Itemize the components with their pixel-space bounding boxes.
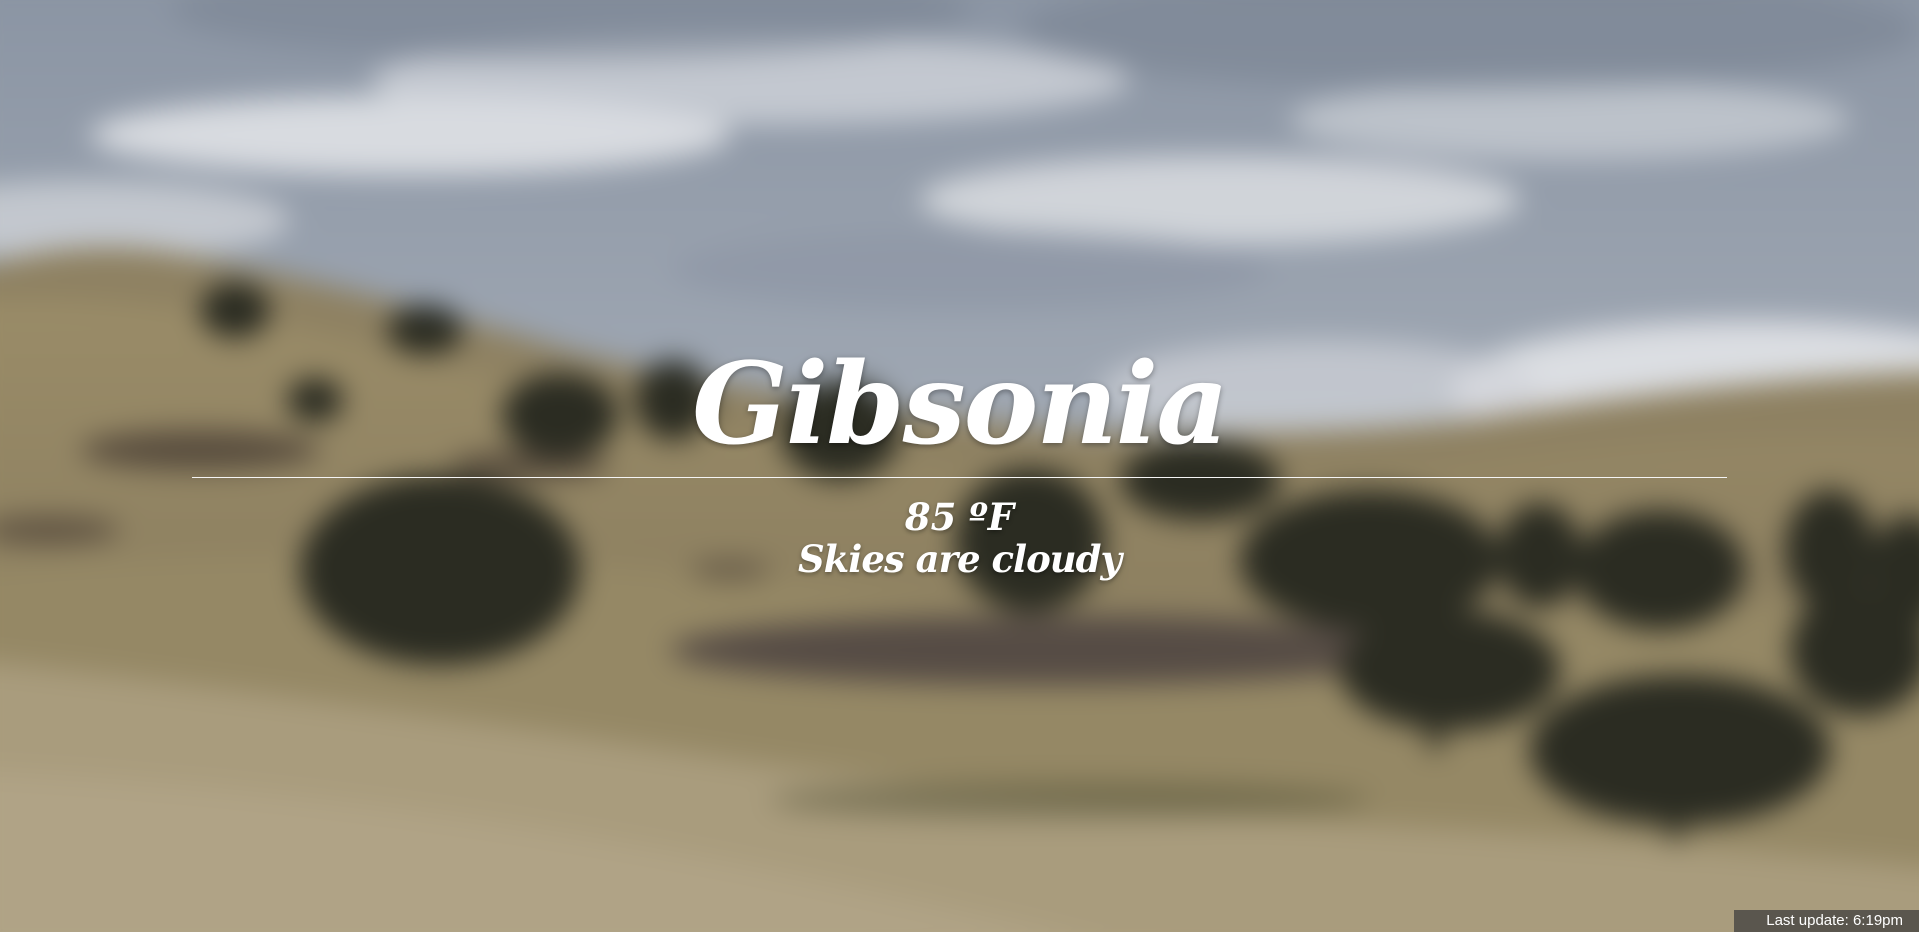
last-update-badge: Last update: 6:19pm (1734, 910, 1919, 932)
divider (192, 477, 1727, 478)
city-name: Gibsonia (692, 339, 1229, 470)
weather-condition: Skies are cloudy (797, 537, 1122, 581)
temperature: 85 ºF (904, 495, 1015, 539)
weather-panel: Gibsonia 85 ºF Skies are cloudy (0, 0, 1919, 932)
